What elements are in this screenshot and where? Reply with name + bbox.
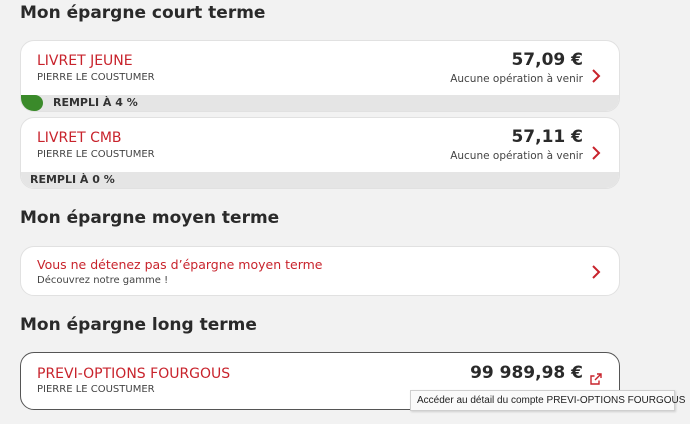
chevron-right-icon[interactable]: [587, 263, 605, 281]
account-amount: 99 989,98 €: [470, 363, 583, 383]
medium-term-discover-card[interactable]: Vous ne détenez pas d’épargne moyen term…: [20, 246, 620, 296]
chevron-right-icon[interactable]: [587, 144, 605, 162]
section-title-short-term: Mon épargne court terme: [20, 3, 266, 23]
account-amount: 57,11 €: [511, 127, 583, 147]
section-title-medium-term: Mon épargne moyen terme: [20, 208, 280, 228]
upcoming-operations: Aucune opération à venir: [450, 73, 583, 85]
fill-progress-bar: REMPLI À 4 %: [21, 95, 619, 111]
discover-range-text: Découvrez notre gamme !: [37, 275, 169, 286]
account-card-livret-cmb[interactable]: LIVRET CMB PIERRE LE COUSTUMER 57,11 € A…: [20, 117, 620, 189]
upcoming-operations: Aucune opération à venir: [450, 150, 583, 162]
fill-label: REMPLI À 0 %: [30, 173, 115, 186]
account-amount: 57,09 €: [511, 50, 583, 70]
chevron-right-icon[interactable]: [587, 67, 605, 85]
fill-label: REMPLI À 4 %: [53, 96, 138, 109]
account-card-livret-jeune[interactable]: LIVRET JEUNE PIERRE LE COUSTUMER 57,09 €…: [20, 40, 620, 112]
fill-progress-bar: REMPLI À 0 %: [21, 172, 619, 188]
account-holder: PIERRE LE COUSTUMER: [37, 72, 155, 83]
account-name: LIVRET CMB: [37, 130, 122, 146]
section-title-long-term: Mon épargne long terme: [20, 315, 257, 335]
external-link-icon[interactable]: [589, 372, 603, 386]
account-name: PREVI-OPTIONS FOURGOUS: [37, 366, 231, 382]
account-holder: PIERRE LE COUSTUMER: [37, 149, 155, 160]
no-savings-message: Vous ne détenez pas d’épargne moyen term…: [37, 257, 323, 272]
account-detail-tooltip: Accéder au détail du compte PREVI-OPTION…: [410, 390, 685, 411]
account-name: LIVRET JEUNE: [37, 53, 133, 69]
account-holder: PIERRE LE COUSTUMER: [37, 384, 155, 395]
fill-progress-indicator: [21, 95, 43, 111]
